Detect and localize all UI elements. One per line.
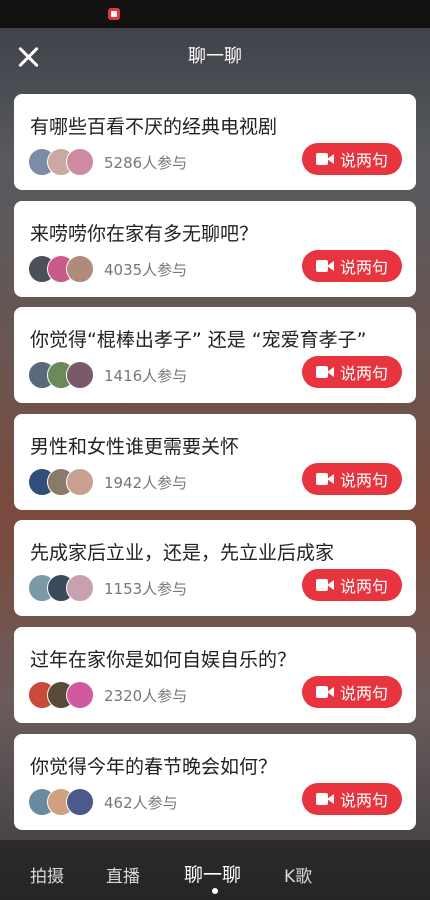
topic-card[interactable]: 你觉得“棍棒出孝子” 还是 “宠爱育孝子” 1416人参与 说两句 [14,307,416,404]
nav-chat[interactable]: 聊一聊 [184,860,241,887]
topic-card[interactable]: 先成家后立业，还是，先立业后成家 1153人参与 说两句 [14,520,416,617]
header: 聊一聊 [0,28,430,84]
page-title: 聊一聊 [188,46,242,67]
topic-card[interactable]: 男性和女性谁更需要关怀 1942人参与 说两句 [14,413,416,510]
avatar [66,467,94,496]
video-camera-icon [315,685,334,698]
topic-title: 先成家后立业，还是，先立业后成家 [30,542,335,565]
app-notification-icon [108,8,120,20]
button-label: 说两句 [339,683,388,703]
topic-card[interactable]: 有哪些百看不厌的经典电视剧 5286人参与 说两句 [14,94,416,190]
button-label: 说两句 [339,364,388,384]
active-indicator [212,888,218,894]
participant-count: 5286人参与 [104,154,188,172]
nav-karaoke[interactable]: K歌 [284,862,312,887]
say-something-button[interactable]: 说两句 [302,462,402,495]
avatar [66,680,94,709]
button-label: 说两句 [339,257,388,277]
avatar-stack [28,361,98,390]
nav-live[interactable]: 直播 [106,862,140,887]
topic-card[interactable]: 来唠唠你在家有多无聊吧？ 4035人参与 说两句 [14,200,416,297]
topic-title: 你觉得今年的春节晚会如何？ [30,755,278,778]
avatar [66,787,94,816]
topic-title: 过年在家你是如何自娱自乐的？ [30,648,297,671]
say-something-button[interactable]: 说两句 [302,143,402,175]
say-something-button[interactable]: 说两句 [302,249,402,282]
topic-title: 有哪些百看不厌的经典电视剧 [30,116,278,138]
topic-title: 男性和女性谁更需要关怀 [30,435,240,458]
video-camera-icon [315,792,334,805]
avatar-stack [28,148,98,176]
video-camera-icon [315,259,334,272]
status-bar [0,0,430,28]
video-camera-icon [315,153,334,165]
participant-count: 1942人参与 [104,473,188,492]
avatar-stack [28,467,98,496]
topic-title: 来唠唠你在家有多无聊吧？ [30,222,259,245]
participant-count: 1153人参与 [104,580,188,599]
say-something-button[interactable]: 说两句 [302,782,402,815]
button-label: 说两句 [339,151,388,170]
topic-card[interactable]: 过年在家你是如何自娱自乐的？ 2320人参与 说两句 [14,626,416,723]
button-label: 说两句 [339,470,388,490]
bottom-nav: 拍摄 直播 聊一聊 K歌 [0,840,430,900]
avatar-stack [28,574,98,603]
button-label: 说两句 [339,790,388,810]
avatar [66,254,94,283]
participant-count: 462人参与 [104,793,178,812]
topic-title: 你觉得“棍棒出孝子” 还是 “宠爱育孝子” [30,329,367,352]
say-something-button[interactable]: 说两句 [302,675,402,708]
video-camera-icon [315,366,334,379]
avatar-stack [28,787,98,816]
button-label: 说两句 [339,577,388,597]
video-camera-icon [315,472,334,485]
participant-count: 2320人参与 [104,686,188,705]
avatar-stack [28,680,98,709]
participant-count: 1416人参与 [104,367,188,386]
participant-count: 4035人参与 [104,260,188,279]
video-camera-icon [315,579,334,592]
topic-card[interactable]: 你觉得今年的春节晚会如何？ 462人参与 说两句 [14,733,416,830]
avatar [66,148,94,176]
avatar [66,361,94,390]
say-something-button[interactable]: 说两句 [302,356,402,389]
avatar [66,574,94,603]
nav-shoot[interactable]: 拍摄 [30,862,64,887]
topic-list[interactable]: 有哪些百看不厌的经典电视剧 5286人参与 说两句 来唠唠你在家有多无聊吧？ 4… [14,94,416,834]
say-something-button[interactable]: 说两句 [302,569,402,602]
avatar-stack [28,254,98,283]
